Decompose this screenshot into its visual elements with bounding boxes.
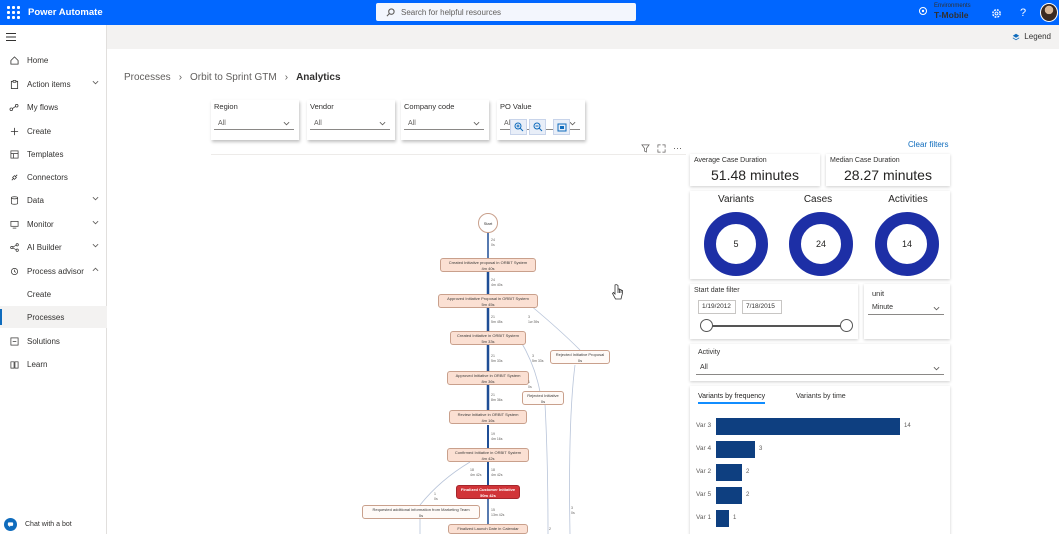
- process-node[interactable]: Rejected Initiative Proposal 0s: [550, 350, 610, 364]
- mouse-cursor-icon: [612, 284, 623, 300]
- tab-variants-by-frequency[interactable]: Variants by frequency: [698, 393, 766, 404]
- kpi-average-case-duration: Average Case Duration 51.48 minutes: [690, 154, 820, 186]
- tab-variants-by-time[interactable]: Variants by time: [796, 393, 846, 400]
- bar-category-label: Var 2: [696, 468, 712, 475]
- bar-value-label: 2: [746, 492, 750, 498]
- chevron-down-icon: [933, 366, 940, 371]
- edge-label: 1 0s: [434, 492, 438, 501]
- edge-label: 2: [549, 527, 551, 531]
- date-range-start-handle[interactable]: [700, 319, 713, 332]
- donut-title-activities: Activities: [888, 194, 928, 205]
- bar[interactable]: [716, 510, 729, 527]
- bar[interactable]: [716, 464, 742, 481]
- unit-label: unit: [872, 289, 885, 298]
- bar[interactable]: [716, 418, 900, 435]
- edge-label: 18 4m 42s: [491, 468, 503, 477]
- chevron-down-icon: [933, 306, 940, 311]
- donut-value-variants: 5: [733, 239, 739, 249]
- end-date-input[interactable]: 7/18/2015: [742, 300, 782, 314]
- edge-label: 3 5m 33s: [532, 354, 544, 363]
- bar-category-label: Var 1: [696, 514, 712, 521]
- date-range-slider-track: [704, 325, 846, 327]
- activity-dropdown[interactable]: All: [696, 361, 944, 375]
- edge-label: 21 5m 33s: [491, 354, 503, 363]
- edge-label: 24 4m 40s: [491, 278, 503, 287]
- edge-label: 21 5m 45s: [491, 315, 503, 324]
- process-node[interactable]: Requested additional information from Ma…: [362, 505, 480, 519]
- bar[interactable]: [716, 487, 742, 504]
- process-node[interactable]: Approved Initiative in ORBIT System 8m 36…: [447, 371, 529, 385]
- process-node[interactable]: Created Initiative proposal in ORBIT Sys…: [440, 258, 536, 272]
- bar-category-label: Var 4: [696, 445, 712, 452]
- edge-label: 24 0s: [491, 238, 495, 247]
- bar-value-label: 14: [904, 423, 911, 429]
- process-node[interactable]: Confirmed Initiative in ORBIT System 4m 4…: [447, 448, 529, 462]
- donut-value-cases: 24: [815, 239, 826, 249]
- donut-title-cases: Cases: [803, 194, 833, 205]
- process-node[interactable]: Rejected Initiative 0s: [522, 391, 564, 405]
- date-range-end-handle[interactable]: [840, 319, 853, 332]
- edge-label: 21 8m 36s: [491, 393, 503, 402]
- edge-label: 1 0s: [528, 380, 532, 389]
- bar-value-label: 3: [759, 446, 763, 452]
- process-node[interactable]: Review Initiative in ORBIT System 4m 16s: [449, 410, 527, 424]
- bar-category-label: Var 5: [696, 491, 712, 498]
- bar[interactable]: [716, 441, 755, 458]
- activity-label: Activity: [698, 349, 721, 356]
- process-node[interactable]: Approved Initiative Proposal in ORBIT Sy…: [438, 294, 538, 308]
- process-node[interactable]: Finalized Launch Date in Calendar: [448, 524, 528, 534]
- process-start-node[interactable]: Start: [478, 213, 498, 233]
- bar-category-label: Var 3: [696, 422, 712, 429]
- date-filter-label: Start date filter: [694, 287, 740, 294]
- bar-value-label: 1: [733, 515, 737, 521]
- process-node[interactable]: Created Initiative in ORBIT System 5m 33s: [450, 331, 526, 345]
- variants-chart-card: [690, 386, 950, 534]
- process-node-highlighted[interactable]: Finalized Customer Initiative 50m 42s: [456, 485, 520, 499]
- donut-value-activities: 14: [901, 239, 912, 249]
- edge-label: 15 13m 42s: [491, 508, 505, 517]
- edge-label: 19 4m 16s: [491, 432, 503, 441]
- start-date-input[interactable]: 1/19/2012: [698, 300, 736, 314]
- edge-label: 18 4m 42s: [470, 468, 482, 477]
- donut-title-variants: Variants: [718, 194, 754, 205]
- kpi-median-case-duration: Median Case Duration 28.27 minutes: [826, 154, 950, 186]
- bar-value-label: 2: [746, 469, 750, 475]
- unit-dropdown[interactable]: Minute: [868, 301, 944, 315]
- analytics-panel: Average Case Duration 51.48 minutes Medi…: [686, 153, 954, 534]
- edge-label: 3 1w 39s: [528, 315, 540, 324]
- edge-label: 3 0s: [571, 506, 575, 515]
